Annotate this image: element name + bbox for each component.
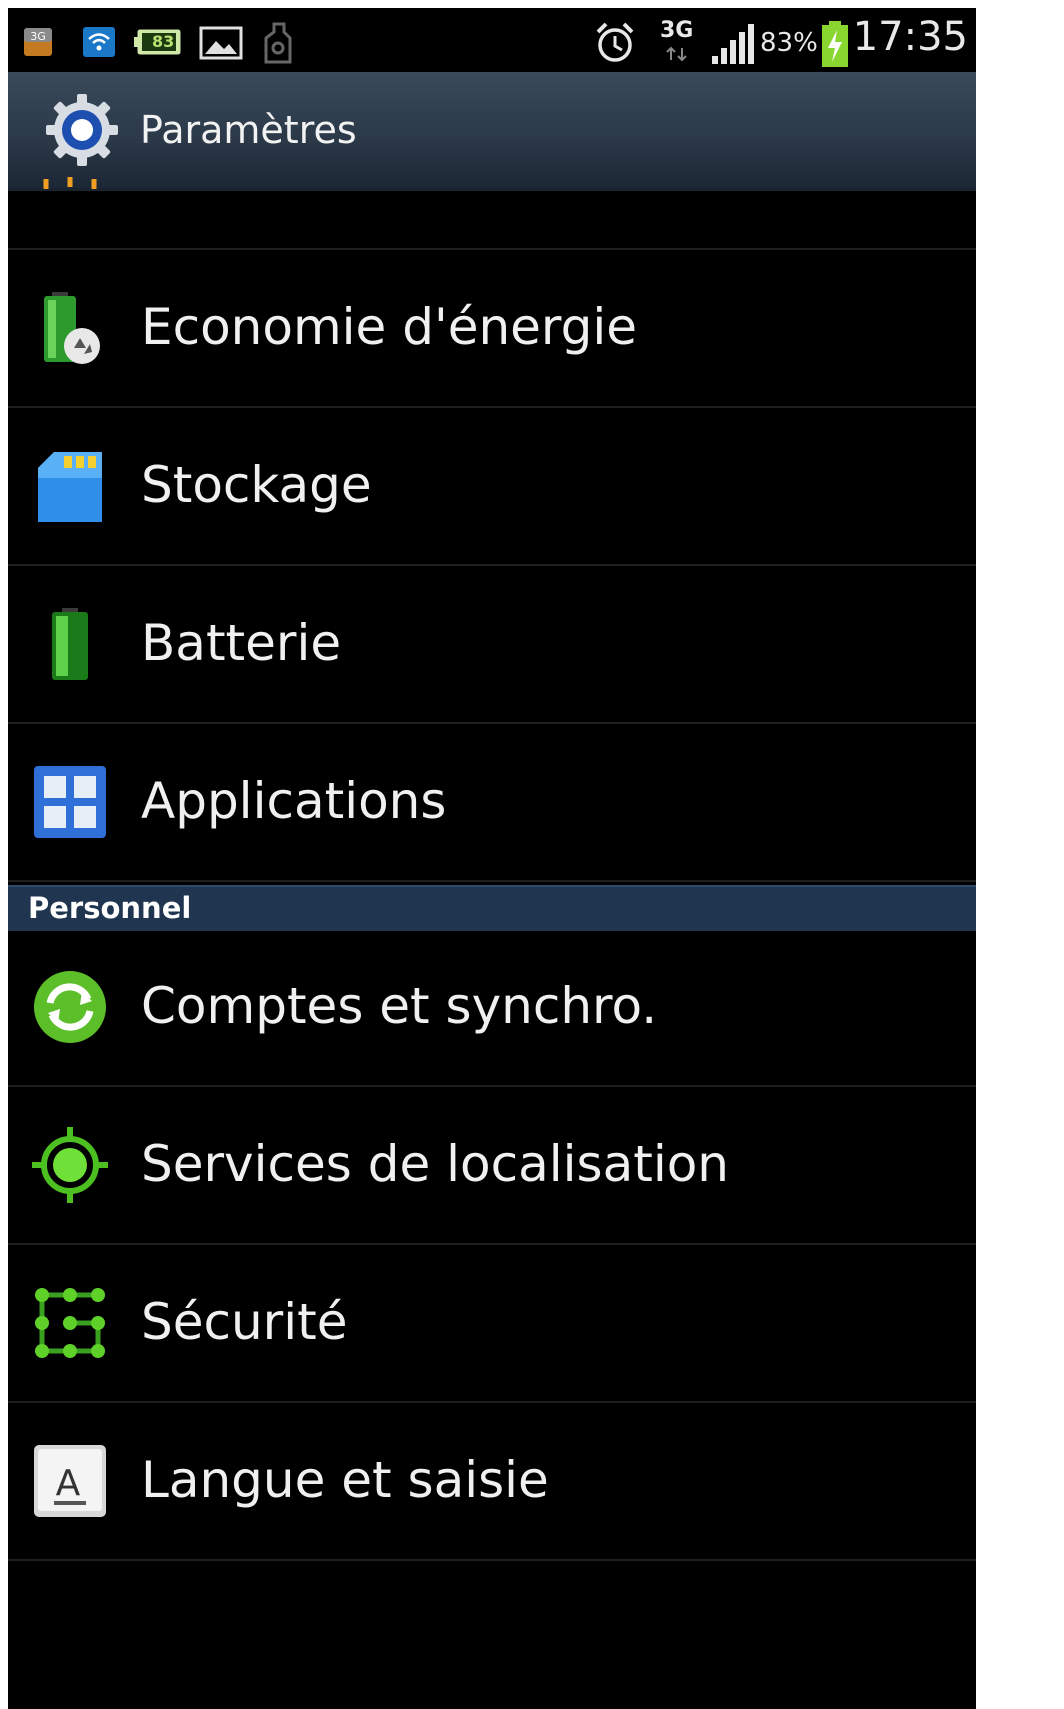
data-arrows-icon xyxy=(666,46,687,62)
phone-screen: 3G 83 3G 83% 17:35 Paramètres Economie d… xyxy=(8,8,976,1709)
network-type: 3G xyxy=(660,18,694,43)
language-keyboard-icon: A xyxy=(34,1445,106,1517)
list-item-power-saving[interactable]: Economie d'énergie xyxy=(8,250,976,408)
battery-icon xyxy=(52,608,88,680)
3g-data-icon: 3G xyxy=(24,28,52,56)
wifi-icon xyxy=(83,27,115,57)
list-item-partial[interactable] xyxy=(8,91,976,250)
list-item-label: Applications xyxy=(141,772,447,830)
battery-percent: 83% xyxy=(760,28,818,58)
signal-icon xyxy=(712,24,754,64)
usb-icon xyxy=(264,22,292,64)
list-item-label: Batterie xyxy=(141,614,342,672)
list-item-label: Langue et saisie xyxy=(141,1451,549,1509)
battery-charging-icon xyxy=(822,21,848,67)
sd-card-icon xyxy=(38,452,102,522)
power-saving-icon xyxy=(44,292,100,364)
sync-icon xyxy=(34,971,106,1043)
list-item-label: Sécurité xyxy=(141,1293,348,1351)
list-item-language-input[interactable]: A Langue et saisie xyxy=(8,1403,976,1561)
list-item-label: Economie d'énergie xyxy=(141,298,637,356)
battery-notification-text: 83 xyxy=(152,32,175,51)
clock: 17:35 xyxy=(852,14,968,60)
list-item-storage[interactable]: Stockage xyxy=(8,408,976,566)
security-pattern-icon xyxy=(35,1288,105,1358)
list-item-applications[interactable]: Applications xyxy=(8,724,976,882)
location-icon xyxy=(32,1127,108,1203)
brightness-icon xyxy=(43,177,97,189)
section-header-personal: Personnel xyxy=(8,885,976,931)
status-bar: 3G 83 3G 83% 17:35 xyxy=(8,8,976,72)
list-item-label: Stockage xyxy=(141,456,372,514)
svg-text:3G: 3G xyxy=(30,30,46,43)
list-item-battery[interactable]: Batterie xyxy=(8,566,976,724)
alarm-icon xyxy=(596,22,634,62)
list-item-accounts-sync[interactable]: Comptes et synchro. xyxy=(8,929,976,1087)
section-header-label: Personnel xyxy=(28,891,192,925)
image-icon xyxy=(199,26,243,60)
list-item-label: Comptes et synchro. xyxy=(141,977,658,1035)
applications-icon xyxy=(34,766,106,838)
list-item-location[interactable]: Services de localisation xyxy=(8,1087,976,1245)
list-item-label: Services de localisation xyxy=(141,1135,729,1193)
list-item-security[interactable]: Sécurité xyxy=(8,1245,976,1403)
svg-text:A: A xyxy=(56,1463,81,1504)
